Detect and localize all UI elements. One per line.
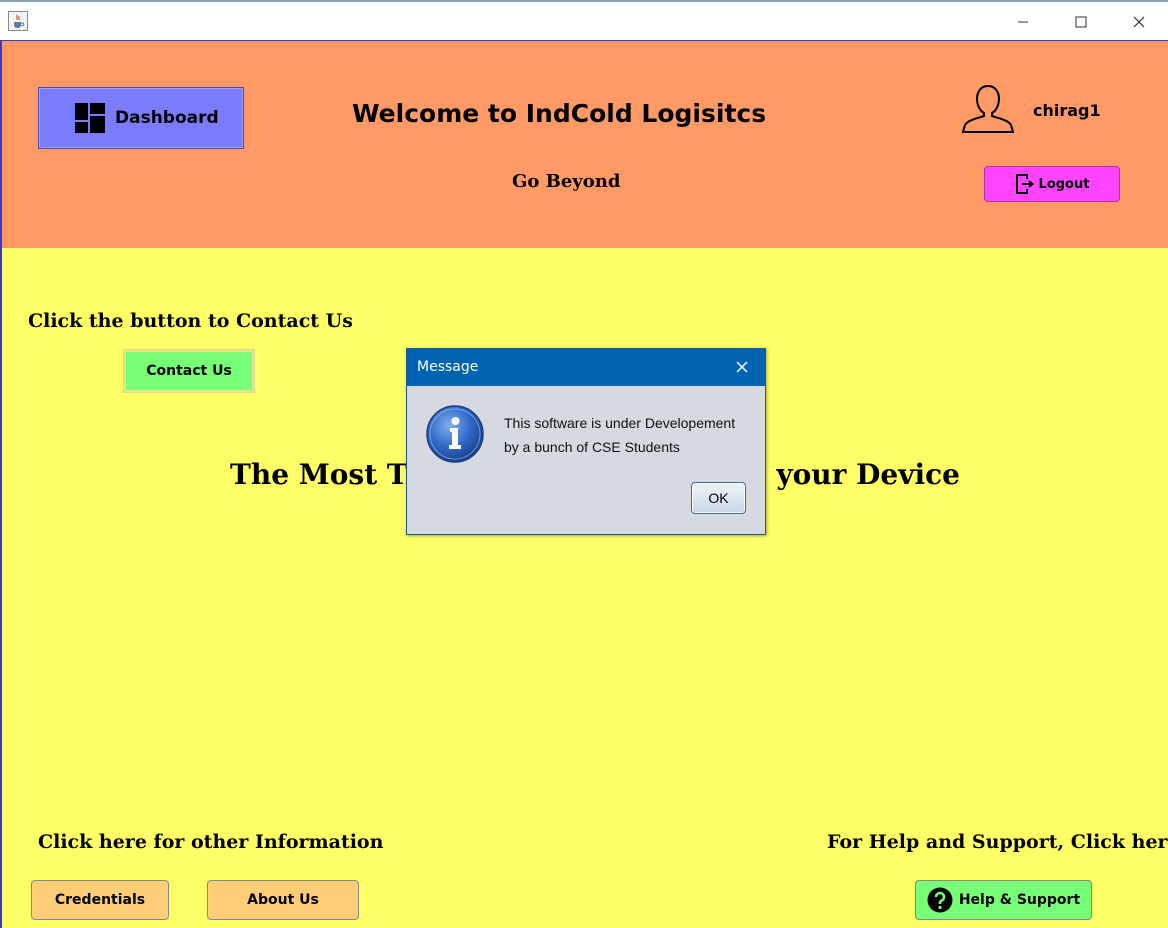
dialog-titlebar[interactable]: Message [407, 349, 765, 386]
maximize-icon [1075, 16, 1087, 28]
minimize-button[interactable] [1000, 8, 1046, 36]
information-icon [426, 405, 484, 463]
dialog-title: Message [417, 359, 479, 375]
dashboard-icon [75, 103, 105, 133]
dialog-message-line1: This software is under Developement [504, 415, 736, 431]
help-icon [927, 887, 953, 913]
logout-icon [1015, 174, 1034, 194]
dialog-message: This software is under Developement by a… [504, 411, 735, 459]
help-prompt: For Help and Support, Click here [827, 831, 1168, 853]
window-close-button[interactable] [1116, 8, 1162, 36]
tagline: Go Beyond [512, 171, 621, 192]
window-titlebar [0, 0, 1168, 40]
ok-button[interactable]: OK [691, 482, 746, 514]
close-icon [736, 361, 748, 373]
help-support-button[interactable]: Help & Support [915, 880, 1092, 920]
minimize-icon [1018, 21, 1028, 23]
logout-button[interactable]: Logout [984, 166, 1120, 202]
dialog-close-button[interactable] [727, 355, 757, 379]
dashboard-label: Dashboard [115, 108, 219, 128]
page-title: Welcome to IndCold Logisitcs [352, 99, 767, 128]
contact-us-button[interactable]: Contact Us [123, 349, 255, 393]
contact-prompt: Click the button to Contact Us [28, 310, 353, 332]
maximize-button[interactable] [1058, 8, 1104, 36]
headline-right: in your Device [735, 458, 960, 491]
user-icon [961, 84, 1015, 133]
username: chirag1 [1033, 101, 1101, 120]
help-support-label: Help & Support [958, 892, 1081, 908]
logout-label: Logout [1038, 176, 1090, 192]
dialog-message-line2: by a bunch of CSE Students [504, 439, 680, 455]
close-icon [1133, 16, 1145, 28]
about-us-button[interactable]: About Us [207, 880, 359, 920]
header-panel: Dashboard Welcome to IndCold Logisitcs G… [2, 40, 1168, 248]
java-cup-icon [8, 11, 28, 31]
credentials-button[interactable]: Credentials [31, 880, 169, 920]
info-prompt: Click here for other Information [38, 831, 384, 853]
dashboard-button[interactable]: Dashboard [38, 87, 244, 149]
message-dialog: Message This software is under Developem… [406, 348, 766, 535]
